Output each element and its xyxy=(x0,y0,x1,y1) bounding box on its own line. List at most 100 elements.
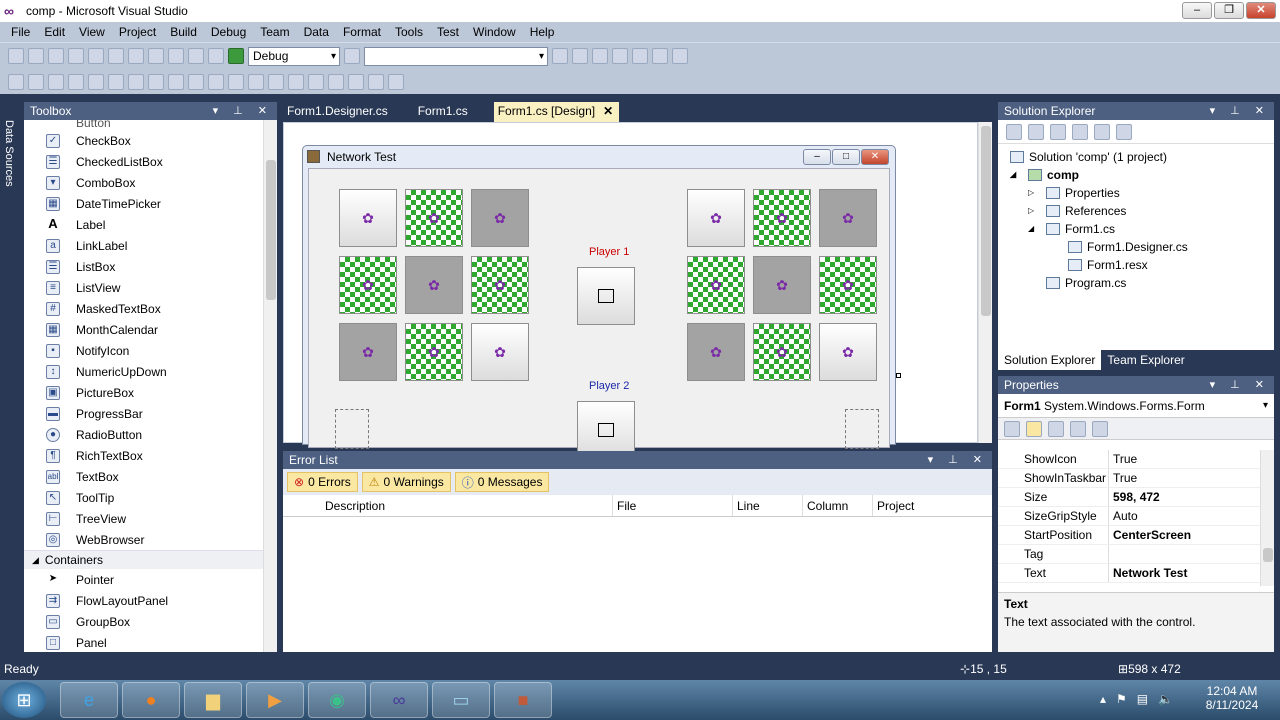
solution-explorer-icon[interactable] xyxy=(552,48,568,64)
menu-debug[interactable]: Debug xyxy=(204,25,253,39)
toolbox-item-datetimepicker[interactable]: ▦ DateTimePicker xyxy=(24,193,263,214)
menu-tools[interactable]: Tools xyxy=(388,25,430,39)
toolbox-item-linklabel[interactable]: a LinkLabel xyxy=(24,235,263,256)
right-grid-cell[interactable]: ✿ xyxy=(753,189,811,247)
column-column[interactable]: Column xyxy=(803,495,873,516)
design-surface[interactable]: Network Test – □ ✕ Player 1 Player 2 ✿ ✿ ✿… xyxy=(283,122,978,459)
toolbox-item-checkbox[interactable]: ✓ CheckBox xyxy=(24,130,263,151)
make-same-size-icon[interactable] xyxy=(188,73,204,90)
tree-references[interactable]: ▷ References xyxy=(998,202,1274,220)
menu-file[interactable]: File xyxy=(4,25,37,39)
close-tab-icon[interactable]: ✕ xyxy=(603,104,613,118)
center-vertically-icon[interactable] xyxy=(328,73,344,90)
make-same-width-icon[interactable] xyxy=(148,73,164,90)
form-client-area[interactable]: Player 1 Player 2 ✿ ✿ ✿ ✿ ✿ ✿ ✿ ✿ ✿ ✿ ✿ ✿ ✿ ✿ ✿ ✿ ✿ ✿ xyxy=(308,168,890,459)
player1-label[interactable]: Player 1 xyxy=(589,246,629,258)
left-grid-cell[interactable]: ✿ xyxy=(339,256,397,314)
property-row[interactable]: SizeGripStyle Auto xyxy=(998,507,1260,526)
player1-button[interactable] xyxy=(577,267,635,325)
view-designer-icon[interactable] xyxy=(1094,123,1110,140)
save-icon[interactable] xyxy=(68,48,84,64)
tools-icon[interactable] xyxy=(632,48,648,64)
events-icon[interactable] xyxy=(1070,420,1086,437)
cut-icon[interactable] xyxy=(108,48,124,64)
resize-handle[interactable] xyxy=(896,373,901,378)
open-icon[interactable] xyxy=(48,48,64,64)
undo-icon[interactable] xyxy=(168,48,184,64)
property-row[interactable]: ShowInTaskbar True xyxy=(998,469,1260,488)
properties-icon[interactable] xyxy=(1006,123,1022,140)
taskbar-app[interactable]: ◉ xyxy=(308,682,366,718)
toolbox-item-numericupdown[interactable]: ↕ NumericUpDown xyxy=(24,361,263,382)
left-grid-cell[interactable]: ✿ xyxy=(405,256,463,314)
taskbar-media-player[interactable]: ▶ xyxy=(246,682,304,718)
toolbox-item-webbrowser[interactable]: ◎ WebBrowser xyxy=(24,529,263,550)
panel-controls[interactable]: ▾ ⊥ ✕ xyxy=(928,451,988,469)
tab-form1-cs[interactable]: Form1.cs xyxy=(414,102,484,122)
property-row[interactable]: Size 598, 472 xyxy=(998,488,1260,507)
scroll-thumb[interactable] xyxy=(266,160,276,300)
navigate-icon[interactable] xyxy=(208,48,224,64)
add-item-icon[interactable] xyxy=(28,48,44,64)
menu-build[interactable]: Build xyxy=(163,25,204,39)
toolbox-scrollbar[interactable] xyxy=(263,120,277,652)
align-lefts-icon[interactable] xyxy=(28,73,44,90)
tab-form1-designer-cs[interactable]: Form1.Designer.cs xyxy=(283,102,404,122)
toolbox-item-listbox[interactable]: ☰ ListBox xyxy=(24,256,263,277)
refresh-icon[interactable] xyxy=(1050,123,1066,140)
tree-form1-designer-cs[interactable]: Form1.Designer.cs xyxy=(998,238,1274,256)
show-all-files-icon[interactable] xyxy=(1028,123,1044,140)
find-in-files-icon[interactable] xyxy=(344,48,360,64)
left-grid-cell[interactable]: ✿ xyxy=(471,256,529,314)
expand-icon[interactable]: ◢ xyxy=(1028,220,1046,238)
toolbox-item-combobox[interactable]: ▾ ComboBox xyxy=(24,172,263,193)
properties-view-icon[interactable] xyxy=(1048,420,1064,437)
alphabetical-icon[interactable] xyxy=(1026,420,1042,437)
start-debugging-icon[interactable] xyxy=(228,48,244,64)
form-window[interactable]: Network Test – □ ✕ Player 1 Player 2 ✿ ✿ ✿… xyxy=(302,145,896,459)
right-grid-cell[interactable]: ✿ xyxy=(687,189,745,247)
align-centers-icon[interactable] xyxy=(48,73,64,90)
tree-solution[interactable]: Solution 'comp' (1 project) xyxy=(998,148,1274,166)
left-grid-cell[interactable]: ✿ xyxy=(339,323,397,381)
toolbox-item-notifyicon[interactable]: ▪ NotifyIcon xyxy=(24,340,263,361)
scroll-thumb[interactable] xyxy=(981,126,991,316)
toolbox-group-containers[interactable]: ◢ Containers xyxy=(24,550,263,569)
toolbox-item-checkedlistbox[interactable]: ☰ CheckedListBox xyxy=(24,151,263,172)
property-pages-icon[interactable] xyxy=(1092,420,1108,437)
menu-edit[interactable]: Edit xyxy=(37,25,72,39)
copy-icon[interactable] xyxy=(128,48,144,64)
panel-controls[interactable]: ▾ ⊥ ✕ xyxy=(1210,102,1270,120)
left-grid-cell[interactable]: ✿ xyxy=(405,189,463,247)
horizontal-spacing-icon[interactable] xyxy=(228,73,244,90)
window-icon[interactable] xyxy=(672,48,688,64)
left-grid-cell[interactable]: ✿ xyxy=(471,323,529,381)
network-status-icon[interactable]: ▤ xyxy=(1137,692,1148,706)
toolbox-icon[interactable] xyxy=(612,48,628,64)
panel-controls[interactable]: ▾ ⊥ ✕ xyxy=(213,102,273,120)
tree-form1-resx[interactable]: Form1.resx xyxy=(998,256,1274,274)
tab-form1-design[interactable]: Form1.cs [Design] ✕ xyxy=(493,102,620,122)
send-to-back-icon[interactable] xyxy=(368,73,384,90)
column-line[interactable]: Line xyxy=(733,495,803,516)
toolbox-item-monthcalendar[interactable]: ▦ MonthCalendar xyxy=(24,319,263,340)
player2-label[interactable]: Player 2 xyxy=(589,380,629,392)
expand-icon[interactable]: ◢ xyxy=(1010,166,1028,184)
data-sources-label[interactable]: Data Sources xyxy=(3,120,15,187)
tray-expand-icon[interactable]: ▴ xyxy=(1100,692,1106,706)
toolbox-item-textbox[interactable]: abl TextBox xyxy=(24,466,263,487)
paste-icon[interactable] xyxy=(148,48,164,64)
object-browser-icon[interactable] xyxy=(592,48,608,64)
taskbar-firefox[interactable]: ● xyxy=(122,682,180,718)
right-grid-cell[interactable]: ✿ xyxy=(819,256,877,314)
remove-spacing-icon[interactable] xyxy=(288,73,304,90)
toolbox-item-radiobutton[interactable]: ● RadioButton xyxy=(24,424,263,445)
flag-icon[interactable]: ⚑ xyxy=(1116,692,1127,706)
menu-help[interactable]: Help xyxy=(523,25,562,39)
toolbox-item-maskedtextbox[interactable]: # MaskedTextBox xyxy=(24,298,263,319)
align-rights-icon[interactable] xyxy=(68,73,84,90)
align-tops-icon[interactable] xyxy=(88,73,104,90)
tab-solution-explorer[interactable]: Solution Explorer xyxy=(998,350,1102,370)
collapsed-icon[interactable]: ▷ xyxy=(1028,202,1046,220)
toolbox-item-groupbox[interactable]: ▭ GroupBox xyxy=(24,611,263,632)
